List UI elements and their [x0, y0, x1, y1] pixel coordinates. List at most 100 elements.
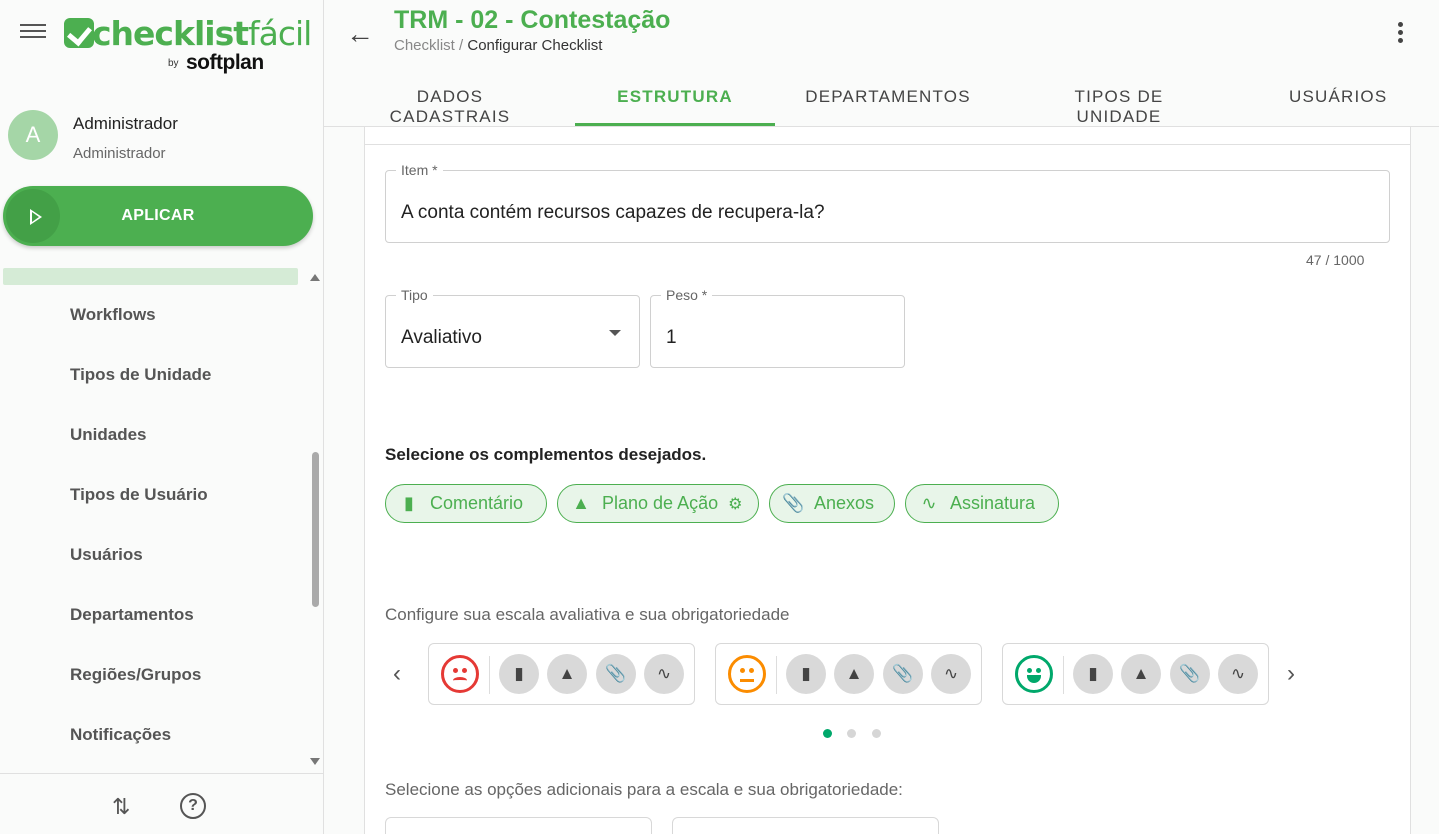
tab-usuarios[interactable]: USUÁRIOS — [1289, 87, 1387, 107]
additional-option-card — [672, 817, 939, 834]
carousel-dot[interactable] — [847, 729, 857, 738]
attachment-icon[interactable]: 📎 — [596, 654, 636, 694]
profile-name: Administrador — [73, 114, 178, 133]
menu-icon[interactable] — [20, 20, 46, 42]
comment-icon[interactable]: ▮ — [1073, 654, 1113, 694]
happy-face-icon[interactable] — [1015, 655, 1053, 693]
signature-icon: ∿ — [921, 493, 937, 513]
chip-comentario[interactable]: ▮ Comentário — [385, 484, 547, 523]
warning-icon[interactable]: ▲ — [547, 654, 587, 694]
sidebar-item-workflows[interactable]: Workflows — [0, 285, 305, 345]
sidebar-item-notificacoes[interactable]: Notificações — [0, 705, 305, 765]
divider — [1063, 656, 1064, 694]
item-char-counter: 47 / 1000 — [1306, 252, 1365, 268]
logo-by: by — [168, 58, 179, 69]
complements-title: Selecione os complementos desejados. — [385, 445, 707, 464]
scale-title: Configure sua escala avaliativa e sua ob… — [385, 605, 790, 624]
chip-label: Comentário — [430, 493, 524, 513]
swap-icon[interactable]: ⇅ — [112, 794, 130, 820]
divider — [489, 656, 490, 694]
scale-card-neutral: ▮ ▲ 📎 ∿ — [715, 643, 982, 705]
peso-value[interactable]: 1 — [666, 327, 677, 349]
sidebar-item-regioes-grupos[interactable]: Regiões/Grupos — [0, 645, 305, 705]
signature-icon[interactable]: ∿ — [644, 654, 684, 694]
chevron-left-icon[interactable]: ‹ — [393, 660, 401, 688]
profile-role: Administrador — [73, 145, 166, 162]
neutral-face-icon[interactable] — [728, 655, 766, 693]
additional-option-card — [385, 817, 652, 834]
logo-check-icon — [64, 18, 94, 48]
chip-anexos[interactable]: 📎 Anexos — [769, 484, 895, 523]
attachment-icon[interactable]: 📎 — [1170, 654, 1210, 694]
item-field[interactable]: Item * A conta contém recursos capazes d… — [385, 162, 1390, 243]
comment-icon[interactable]: ▮ — [499, 654, 539, 694]
sidebar-item-departamentos[interactable]: Departamentos — [0, 585, 305, 645]
signature-icon[interactable]: ∿ — [931, 654, 971, 694]
divider — [365, 144, 1410, 145]
additional-options-title: Selecione as opções adicionais para a es… — [385, 780, 903, 799]
help-icon[interactable]: ? — [180, 793, 206, 819]
sidebar-item-usuarios[interactable]: Usuários — [0, 525, 305, 585]
breadcrumb: Checklist / Configurar Checklist — [394, 37, 602, 54]
logo-text: checklistfácil — [92, 14, 312, 53]
tab-estrutura[interactable]: ESTRUTURA — [575, 87, 775, 107]
chip-label: Assinatura — [950, 493, 1036, 513]
back-arrow-icon[interactable]: ← — [346, 18, 374, 50]
tab-dados-cadastrais[interactable]: DADOS CADASTRAIS — [354, 87, 546, 127]
tab-departamentos[interactable]: DEPARTAMENTOS — [805, 87, 971, 107]
scale-card-happy: ▮ ▲ 📎 ∿ — [1002, 643, 1269, 705]
carousel-dot[interactable] — [823, 729, 832, 738]
warning-icon: ▲ — [572, 493, 590, 513]
tab-tipos-de-unidade[interactable]: TIPOS DE UNIDADE — [1030, 87, 1208, 127]
divider — [776, 656, 777, 694]
dropdown-arrow-icon — [609, 330, 621, 336]
apply-button[interactable]: APLICAR — [3, 186, 313, 246]
peso-label: Peso * — [661, 287, 713, 303]
sad-face-icon[interactable] — [441, 655, 479, 693]
comment-icon[interactable]: ▮ — [786, 654, 826, 694]
tipo-value: Avaliativo — [401, 327, 482, 348]
comment-icon: ▮ — [404, 493, 414, 513]
user-profile: A Administrador Administrador — [8, 110, 308, 165]
scroll-up-arrow-icon[interactable] — [310, 274, 320, 281]
logo: checklistfácil by softplan — [64, 14, 312, 76]
sidebar-scrollbar[interactable] — [312, 452, 319, 607]
peso-field[interactable]: Peso * 1 — [650, 287, 905, 368]
sidebar: checklistfácil by softplan A Administrad… — [0, 0, 324, 834]
gear-icon[interactable]: ⚙ — [728, 494, 742, 514]
warning-icon[interactable]: ▲ — [834, 654, 874, 694]
sidebar-nav: Workflows Tipos de Unidade Unidades Tipo… — [0, 285, 305, 765]
tipo-label: Tipo — [396, 287, 433, 303]
scale-card-sad: ▮ ▲ 📎 ∿ — [428, 643, 695, 705]
sidebar-active-highlight — [3, 268, 298, 285]
chip-assinatura[interactable]: ∿ Assinatura — [905, 484, 1059, 523]
structure-editor: Item * A conta contém recursos capazes d… — [364, 127, 1411, 834]
breadcrumb-root[interactable]: Checklist / — [394, 37, 463, 54]
signature-icon[interactable]: ∿ — [1218, 654, 1258, 694]
tipo-select[interactable]: Tipo Avaliativo — [385, 287, 640, 368]
page-title: TRM - 02 - Contestação — [394, 6, 671, 34]
chip-label: Anexos — [814, 493, 875, 513]
attachment-icon[interactable]: 📎 — [883, 654, 923, 694]
active-tab-indicator — [575, 123, 775, 126]
logo-company: softplan — [186, 51, 264, 74]
chevron-right-icon[interactable]: › — [1287, 660, 1295, 688]
carousel-dot[interactable] — [871, 729, 881, 738]
chip-plano-de-acao[interactable]: ▲ Plano de Ação ⚙ — [557, 484, 759, 523]
sidebar-item-tipos-de-usuario[interactable]: Tipos de Usuário — [0, 465, 305, 525]
chip-label: Plano de Ação — [602, 493, 719, 513]
apply-label: APLICAR — [121, 207, 195, 224]
page-header: ← TRM - 02 - Contestação Checklist / Con… — [324, 0, 1439, 127]
carousel-pagination — [823, 725, 892, 743]
more-options-icon[interactable] — [1398, 22, 1404, 46]
sidebar-footer: ⇅ ? — [0, 773, 323, 834]
warning-icon[interactable]: ▲ — [1121, 654, 1161, 694]
breadcrumb-current: Configurar Checklist — [467, 37, 603, 54]
avatar: A — [8, 110, 58, 160]
item-field-value[interactable]: A conta contém recursos capazes de recup… — [401, 202, 825, 224]
sidebar-item-tipos-de-unidade[interactable]: Tipos de Unidade — [0, 345, 305, 405]
attachment-icon: 📎 — [782, 493, 805, 513]
item-field-label: Item * — [396, 162, 443, 178]
scroll-down-arrow-icon[interactable] — [310, 758, 320, 765]
sidebar-item-unidades[interactable]: Unidades — [0, 405, 305, 465]
